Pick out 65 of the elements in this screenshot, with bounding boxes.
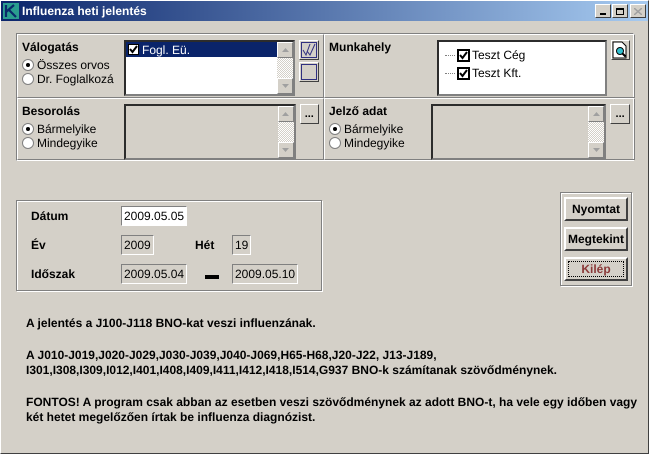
check-all-button[interactable] — [299, 40, 319, 60]
tree-item[interactable]: Teszt Kft. — [445, 64, 605, 82]
section-label: Jelző adat — [329, 104, 388, 118]
list-box[interactable] — [431, 104, 606, 160]
list-box[interactable] — [124, 104, 296, 160]
scrollbar[interactable] — [277, 42, 293, 94]
field-label: Időszak — [31, 267, 76, 281]
down-arrow-icon — [282, 148, 290, 152]
scrollbar[interactable] — [278, 106, 294, 158]
section-label: Munkahely — [329, 40, 392, 54]
down-arrow-icon — [592, 148, 600, 152]
section-label: Besorolás — [22, 104, 82, 118]
radio-option[interactable]: Bármelyike — [329, 122, 427, 136]
list-item[interactable]: Fogl. Eü. — [126, 42, 277, 57]
browse-button[interactable]: ... — [610, 104, 630, 124]
info-text: A J010-J019,J020-J029,J030-J039,J040-J069,H65-H68,J20-J22, J13-J189, I301,I308,I309,I012,I401,I408,I409,I411,I412,I418,I514,G937 BNO-k számítanak szövődménynek. — [26, 348, 558, 378]
up-arrow-icon — [282, 112, 290, 116]
radio-button[interactable] — [329, 123, 341, 135]
radio-option[interactable]: Összes orvos — [22, 58, 120, 72]
app-icon — [3, 3, 19, 19]
info-text: A jelentés a J100-J118 BNO-kat veszi influenzának. — [26, 316, 317, 331]
browse-button[interactable]: ... — [300, 104, 319, 124]
down-arrow-icon — [282, 84, 288, 88]
year-field: 2009 — [121, 235, 154, 255]
field-label: Év — [31, 238, 47, 252]
radio-button[interactable] — [22, 123, 34, 135]
info-text: FONTOS! A program csak abban az esetben veszi szövődménynek az adott BNO-t, ha vele egy időben vagy két hetet megelőzően írtak be influenza diagnózist. — [26, 395, 638, 425]
radio-button[interactable] — [329, 137, 341, 149]
list-box[interactable]: Fogl. Eü. — [124, 40, 295, 96]
field-label: Dátum — [31, 209, 70, 223]
maximize-button[interactable] — [612, 4, 628, 18]
checkmark-icon — [301, 42, 317, 58]
radio-option[interactable]: Mindegyike — [22, 136, 120, 150]
empty-box-icon — [301, 64, 317, 80]
up-arrow-icon — [282, 48, 288, 52]
section-label: Válogatás — [22, 40, 80, 54]
radio-button[interactable] — [22, 73, 34, 85]
checkbox[interactable] — [457, 48, 470, 62]
action-button[interactable]: Megtekint — [564, 227, 628, 251]
close-button[interactable] — [630, 4, 646, 18]
preview-button[interactable] — [610, 40, 630, 60]
checkbox[interactable] — [457, 66, 470, 80]
up-arrow-icon — [592, 112, 600, 116]
date-field: 2009.05.04 — [121, 264, 188, 284]
radio-option[interactable]: Dr. Foglalkozá — [22, 72, 120, 86]
scrollbar[interactable] — [588, 106, 604, 158]
document-magnifier-icon — [612, 41, 628, 59]
uncheck-all-button[interactable] — [299, 62, 319, 82]
radio-button[interactable] — [22, 137, 34, 149]
dash-icon — [204, 275, 218, 279]
action-button[interactable]: Nyomtat — [564, 197, 628, 221]
date-field[interactable]: 2009.05.05 — [121, 206, 188, 226]
radio-option[interactable]: Mindegyike — [329, 136, 427, 150]
close-icon — [634, 8, 642, 14]
radio-button[interactable] — [22, 59, 34, 71]
checkbox[interactable] — [128, 44, 139, 55]
date-field: 2009.05.10 — [232, 264, 298, 284]
week-field: 19 — [232, 235, 252, 255]
minimize-button[interactable] — [595, 4, 611, 18]
tree-box[interactable]: Teszt Cég Teszt Kft. — [437, 40, 607, 96]
field-label: Hét — [194, 238, 216, 252]
action-button[interactable]: Kilép — [564, 257, 628, 281]
window-title: Influenza heti jelentés — [22, 4, 148, 18]
tree-item[interactable]: Teszt Cég — [445, 46, 605, 64]
radio-option[interactable]: Bármelyike — [22, 122, 120, 136]
